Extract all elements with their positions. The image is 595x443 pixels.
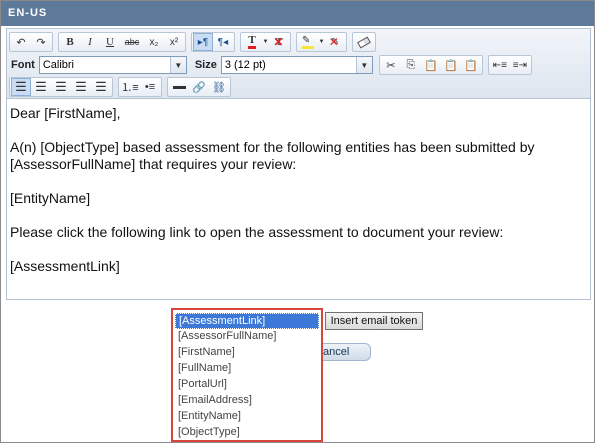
rich-text-editor: ↶ ↷ B I U abc x₂ x² ▸¶ ¶◂ T ▼ T ✕ ✎ ▼ ✎ … (6, 28, 591, 300)
italic-button[interactable]: I (80, 33, 100, 51)
align-left-icon[interactable]: ☰ (31, 78, 51, 96)
token-option[interactable]: [AssessmentLink] (175, 313, 319, 329)
copy-icon[interactable]: ⎘ (401, 56, 421, 74)
rtl-direction-icon[interactable]: ¶◂ (213, 33, 233, 51)
insert-group: 🔗 ⛓ (167, 77, 231, 97)
bold-button[interactable]: B (60, 33, 80, 51)
subscript-button[interactable]: x₂ (144, 33, 164, 51)
remove-link-icon[interactable]: ⛓ (209, 78, 229, 96)
chevron-down-icon[interactable]: ▼ (355, 57, 372, 73)
size-label: Size (194, 59, 217, 71)
paste-word-icon[interactable]: 📋 (461, 56, 481, 74)
undo-icon[interactable]: ↶ (11, 33, 31, 51)
highlight-color-icon[interactable]: ✎ (298, 33, 318, 51)
cut-icon[interactable]: ✂ (381, 56, 401, 74)
clear-font-color-icon[interactable]: T ✕ (269, 33, 289, 51)
editor-content[interactable]: Dear [FirstName], A(n) [ObjectType] base… (10, 105, 587, 295)
editor-paragraph: Please click the following link to open … (10, 224, 504, 240)
highlight-group: ✎ ▼ ✎ ✕ (296, 32, 347, 52)
underline-button[interactable]: U (100, 33, 120, 51)
bulleted-list-icon[interactable]: •≡ (140, 78, 160, 96)
clear-highlight-icon[interactable]: ✎ ✕ (325, 33, 345, 51)
redo-icon[interactable]: ↷ (31, 33, 51, 51)
font-family-select[interactable]: Calibri ▼ (38, 56, 187, 74)
superscript-button[interactable]: x² (164, 33, 184, 51)
token-option[interactable]: [PortalUrl] (175, 377, 319, 393)
token-option[interactable]: [EmailAddress] (175, 393, 319, 409)
insert-email-token-button[interactable]: Insert email token (325, 312, 423, 330)
text-style-group: B I U abc x₂ x² (58, 32, 186, 52)
cancel-button[interactable]: ancel (323, 343, 371, 361)
editor-paragraph: A(n) [ObjectType] based assessment for t… (10, 139, 535, 172)
align-default-icon[interactable]: ☰ (11, 78, 31, 96)
paste-text-icon[interactable]: 📋 (441, 56, 461, 74)
numbered-list-icon[interactable]: ⒈≡ (120, 78, 140, 96)
token-option[interactable]: [FullName] (175, 361, 319, 377)
font-family-value: Calibri (42, 59, 75, 71)
eraser-group (352, 32, 376, 52)
eraser-icon[interactable] (354, 33, 374, 51)
editor-paragraph: Dear [FirstName], (10, 105, 121, 121)
align-right-icon[interactable]: ☰ (71, 78, 91, 96)
paste-icon[interactable]: 📋 (421, 56, 441, 74)
font-size-select[interactable]: 3 (12 pt) ▼ (220, 56, 373, 74)
editor-paragraph: [AssessmentLink] (10, 258, 120, 274)
ltr-direction-icon[interactable]: ▸¶ (193, 33, 213, 51)
font-size-value: 3 (12 pt) (224, 59, 266, 71)
strikethrough-button[interactable]: abc (120, 33, 144, 51)
token-option[interactable]: [ObjectType] (175, 425, 319, 441)
chevron-down-icon[interactable]: ▼ (318, 33, 325, 51)
undo-redo-group: ↶ ↷ (9, 32, 53, 52)
token-option[interactable]: [AssessorFullName] (175, 329, 319, 345)
font-label: Font (11, 59, 35, 71)
align-justify-icon[interactable]: ☰ (91, 78, 111, 96)
direction-group: ▸¶ ¶◂ (191, 32, 235, 52)
email-token-list[interactable]: [AssessmentLink] [AssessorFullName] [Fir… (171, 308, 323, 442)
page-title: EN-US (1, 1, 594, 26)
font-color-group: T ▼ T ✕ (240, 32, 291, 52)
align-center-icon[interactable]: ☰ (51, 78, 71, 96)
insert-link-icon[interactable]: 🔗 (189, 78, 209, 96)
clipboard-group: ✂ ⎘ 📋 📋 📋 (378, 55, 483, 75)
token-option[interactable]: [FirstName] (175, 345, 319, 361)
list-group: ⒈≡ •≡ (118, 77, 162, 97)
token-option[interactable]: [EntityName] (175, 409, 319, 425)
indent-icon[interactable]: ≡⇥ (510, 56, 530, 74)
font-color-icon[interactable]: T (242, 33, 262, 51)
chevron-down-icon[interactable]: ▼ (169, 57, 186, 73)
indent-group: ⇤≡ ≡⇥ (487, 55, 532, 75)
editor-paragraph: [EntityName] (10, 190, 91, 206)
horizontal-rule-icon[interactable] (169, 78, 189, 96)
chevron-down-icon[interactable]: ▼ (262, 33, 269, 51)
outdent-icon[interactable]: ⇤≡ (490, 56, 510, 74)
editor-toolbar: ↶ ↷ B I U abc x₂ x² ▸¶ ¶◂ T ▼ T ✕ ✎ ▼ ✎ … (7, 29, 590, 99)
alignment-group: ☰ ☰ ☰ ☰ ☰ (9, 77, 113, 97)
